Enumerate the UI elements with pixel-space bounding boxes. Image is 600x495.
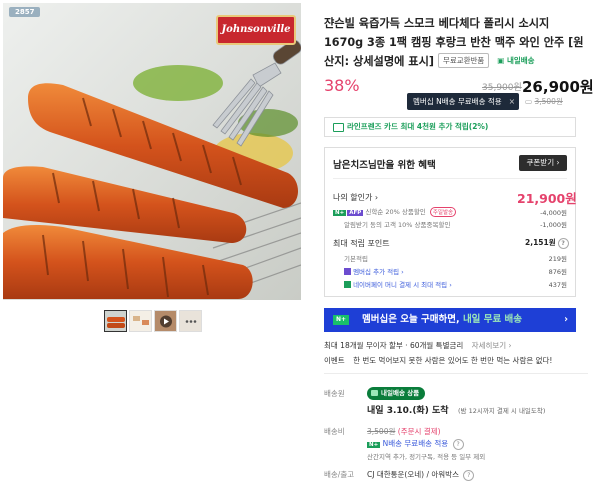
thumbnail-video[interactable]	[154, 310, 177, 332]
shipping-fee-label: 배송비	[324, 427, 345, 436]
points-row-npay-money[interactable]: 네이버페이 머니 결제 시 최대 적립 ›	[344, 279, 452, 289]
sausage-photo	[3, 3, 301, 300]
courier-name: CJ 대한통운(오네) / 아워박스 ?	[367, 469, 475, 481]
benefit-title: 남은치즈님만을 위한 혜택	[333, 160, 436, 171]
truck-icon: ▣	[497, 56, 505, 65]
discount-line-2: 알림받기 동의 고객 10% 상품중복할인	[344, 221, 451, 229]
help-icon[interactable]: ?	[452, 439, 464, 450]
thumbnail-more[interactable]	[179, 310, 202, 332]
image-badge: 2857	[9, 7, 41, 17]
delivery-label: 배송원	[324, 389, 345, 398]
afp-tag: AFP	[347, 210, 364, 216]
section-divider	[324, 373, 588, 374]
shipping-fee-hint: ▭ 3,500원	[525, 97, 563, 106]
thumbnail-2[interactable]	[129, 310, 152, 332]
tooltip-text: 멤버십 N배송 무료배송 적용	[413, 97, 502, 106]
delivery-date-note: (밤 12시까지 결제 시 내일도착)	[458, 407, 546, 415]
installment-info: 최대 18개월 무이자 할부 · 60개월 특별금리 자세히보기 ›	[324, 341, 512, 350]
shipping-fee-sub: 산간지역 추가, 정기구독, 적용 등 일부 제외	[367, 453, 486, 461]
courier-label: 배송/출고	[324, 470, 355, 479]
ship-today-chip: 주일발송	[429, 207, 457, 217]
membership-tooltip: 멤버십 N배송 무료배송 적용 ×	[407, 93, 519, 110]
points-row-basic-value: 219원	[548, 255, 567, 263]
npay-tag: N+	[333, 210, 347, 216]
installment-detail-link[interactable]: 자세히보기 ›	[472, 341, 512, 350]
my-price-value: 21,900원	[517, 191, 577, 206]
help-icon[interactable]: ?	[463, 470, 475, 481]
brand-logo: Johnsonville	[216, 15, 296, 45]
delivery-date: 내일 3.10.(화) 도착	[367, 406, 449, 416]
divider	[333, 178, 567, 179]
points-row-npay-money-value: 437원	[548, 281, 567, 289]
free-return-chip[interactable]: 무료교환반품	[437, 53, 490, 68]
npay-tag: N+	[367, 442, 381, 448]
help-icon[interactable]: ?	[557, 238, 569, 249]
truck-icon: ▭	[525, 97, 533, 106]
chevron-right-icon: ›	[564, 314, 568, 325]
discount-value-1: -4,000원	[540, 209, 567, 217]
points-value: 2,151원?	[525, 237, 569, 249]
shipping-fee-member: N+ N배송 무료배송 적용 ?	[367, 438, 464, 450]
membership-banner[interactable]: 멤버십은 오늘 구매하면, 내일 무료 배송 ›	[324, 308, 576, 332]
original-price: 35,900원	[482, 83, 522, 93]
membership-icon	[344, 268, 351, 275]
npay-membership-tag: N+	[333, 315, 350, 325]
points-label: 최대 적립 포인트	[333, 239, 390, 248]
points-row-membership[interactable]: 멤버십 추가 적립 ›	[344, 266, 404, 276]
sale-price: 26,900원	[522, 78, 594, 96]
next-day-delivery-badge: 내일배송 상품	[367, 387, 426, 400]
discount-line-1: N+ AFP 신학순 20% 상품할인 주일발송	[333, 206, 457, 217]
event-info: 이벤트 한 번도 먹어보지 못한 사람은 있어도 한 번만 먹는 사람은 없다!	[324, 356, 553, 365]
card-icon	[333, 123, 344, 132]
next-day-delivery-chip: ▣ 내일배송	[497, 56, 535, 65]
product-title: 쟌슨빌 육즙가득 스모크 베다체다 폴리시 소시지 1670g 3종 1팩 캠핑…	[324, 14, 584, 71]
points-row-membership-value: 876원	[548, 268, 567, 276]
truck-icon	[371, 390, 378, 396]
discount-rate: 38%	[324, 76, 360, 95]
card-benefit-banner[interactable]: 라인프렌즈 카드 최대 4천원 추가 적립(2%)	[324, 117, 576, 137]
tooltip-close-icon[interactable]: ×	[509, 93, 515, 110]
points-row-basic: 기본적립	[344, 255, 368, 263]
npay-icon	[344, 281, 351, 288]
product-main-image[interactable]: 2857 Johnsonville	[3, 3, 301, 300]
discount-value-2: -1,000원	[540, 221, 567, 229]
coupon-button[interactable]: 쿠폰받기 ›	[519, 155, 567, 171]
shipping-fee: 3,500원 (주문시 결제)	[367, 427, 441, 436]
thumbnail-1[interactable]	[104, 310, 127, 332]
my-price-label[interactable]: 나의 할인가 ›	[333, 192, 378, 203]
